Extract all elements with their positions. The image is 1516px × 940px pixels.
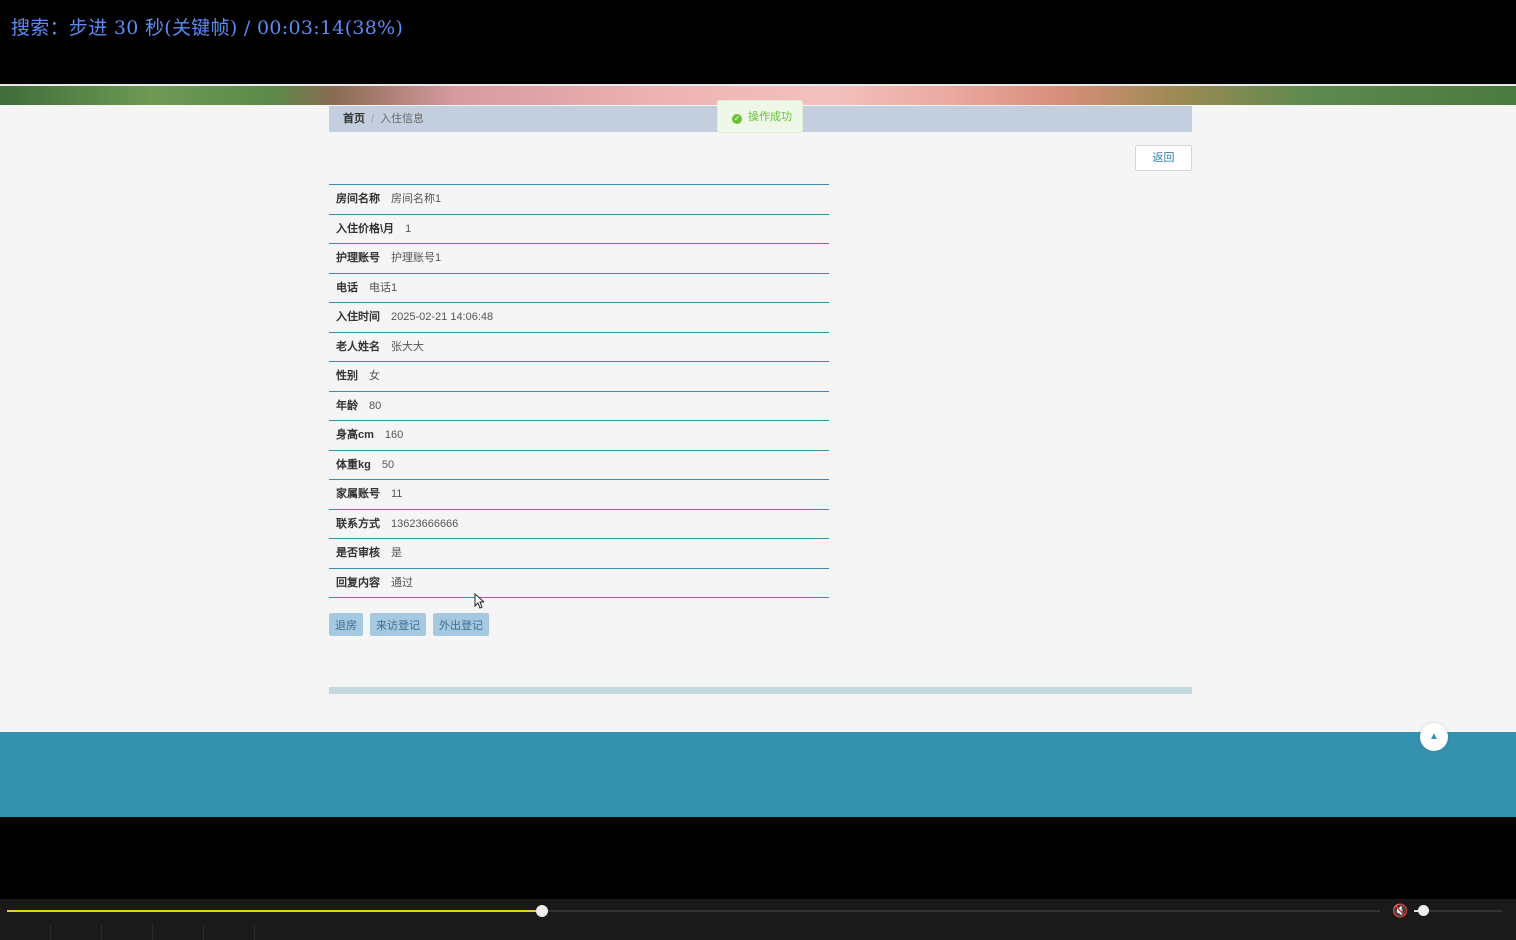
breadcrumb-current: 入住信息	[380, 113, 425, 125]
detail-label: 老人姓名	[336, 340, 380, 353]
seek-progress	[7, 910, 543, 912]
detail-label: 护理账号	[336, 252, 380, 264]
detail-row: 年龄 80	[329, 392, 829, 421]
detail-row: 入住价格\月 1	[329, 215, 829, 244]
detail-row: 老人姓名 张大大	[329, 333, 829, 362]
detail-row: 回复内容 通过	[329, 569, 829, 598]
detail-value: 50	[381, 458, 395, 471]
player-tab[interactable]	[0, 925, 51, 940]
player-osd-message: 搜索：步进 30 秒(关键帧) / 00:03:14(38%)	[11, 17, 404, 39]
visit-register-button[interactable]: 来访登记	[370, 613, 426, 636]
detail-row: 联系方式 13623666666	[329, 510, 829, 539]
detail-value: 11	[391, 488, 403, 500]
player-bottom-tabs	[0, 925, 1516, 940]
detail-label: 联系方式	[336, 517, 380, 530]
detail-label: 入住时间	[336, 311, 380, 323]
resident-detail-list: 房间名称 房间名称1 入住价格\月 1 护理账号 护理账号1 电话 电话1 入住时间 20…	[329, 184, 829, 598]
volume-mute-icon[interactable]: 🔇	[1392, 903, 1408, 919]
detail-value: 160	[384, 429, 404, 441]
detail-label: 体重kg	[336, 458, 371, 471]
breadcrumb-home[interactable]: 首页	[343, 113, 365, 125]
player-tab[interactable]	[51, 925, 102, 940]
detail-row: 家属账号 11	[329, 480, 829, 510]
detail-row: 性别女	[329, 362, 829, 392]
breadcrumb-separator: /	[371, 113, 375, 125]
action-buttons: 退房 来访登记 外出登记	[329, 613, 489, 636]
player-tab[interactable]	[204, 925, 255, 940]
detail-value: 电话1	[369, 281, 398, 294]
detail-row: 房间名称 房间名称1	[329, 185, 829, 215]
toast-message: 操作成功	[748, 111, 792, 123]
detail-row: 体重kg 50	[329, 451, 829, 480]
page-footer	[0, 732, 1516, 817]
caret-up-icon: ▲	[1429, 731, 1439, 742]
detail-label: 性别	[336, 370, 358, 382]
detail-value: 13623666666	[391, 517, 459, 530]
seek-bar[interactable]	[7, 905, 1380, 917]
detail-label: 回复内容	[336, 576, 380, 589]
detail-value: 1	[405, 222, 412, 235]
volume-handle[interactable]	[1417, 905, 1429, 916]
content-divider	[329, 687, 1192, 694]
success-toast: ✓ 操作成功	[717, 100, 803, 133]
detail-value: 是	[391, 547, 402, 559]
detail-value: 80	[369, 399, 382, 412]
mouse-cursor-icon	[474, 593, 484, 609]
player-tab[interactable]	[102, 925, 153, 940]
detail-value: 张大大	[391, 340, 424, 353]
web-page: 首页 / 入住信息 ✓ 操作成功 返回 房间名称 房间名称1 入住价格\月 1 护理账号护…	[0, 84, 1516, 817]
detail-label: 年龄	[336, 399, 358, 412]
detail-value: 通过	[391, 576, 413, 589]
detail-value: 护理账号1	[391, 252, 442, 264]
video-player-controls: 🔇	[0, 899, 1516, 940]
detail-value: 房间名称1	[391, 193, 442, 205]
detail-row: 护理账号 护理账号1	[329, 244, 829, 274]
outing-register-button[interactable]: 外出登记	[433, 613, 489, 636]
back-to-top-button[interactable]: ▲	[1420, 723, 1448, 751]
detail-row: 入住时间 2025-02-21 14:06:48	[329, 303, 829, 333]
checkout-button[interactable]: 退房	[329, 613, 363, 636]
detail-row: 身高cm 160	[329, 421, 829, 451]
check-circle-icon: ✓	[732, 114, 742, 124]
detail-label: 是否审核	[336, 547, 380, 559]
detail-label: 房间名称	[336, 193, 380, 205]
seek-handle[interactable]	[536, 905, 549, 917]
detail-label: 入住价格\月	[336, 222, 395, 235]
volume-slider[interactable]	[1414, 905, 1502, 916]
back-button[interactable]: 返回	[1135, 145, 1192, 171]
detail-label: 家属账号	[336, 488, 380, 500]
detail-row: 电话 电话1	[329, 274, 829, 303]
detail-row: 是否审核是	[329, 539, 829, 569]
player-tab[interactable]	[153, 925, 204, 940]
detail-value: 2025-02-21 14:06:48	[391, 311, 494, 323]
detail-label: 身高cm	[336, 429, 374, 441]
detail-value: 女	[369, 370, 380, 382]
detail-label: 电话	[336, 281, 358, 294]
